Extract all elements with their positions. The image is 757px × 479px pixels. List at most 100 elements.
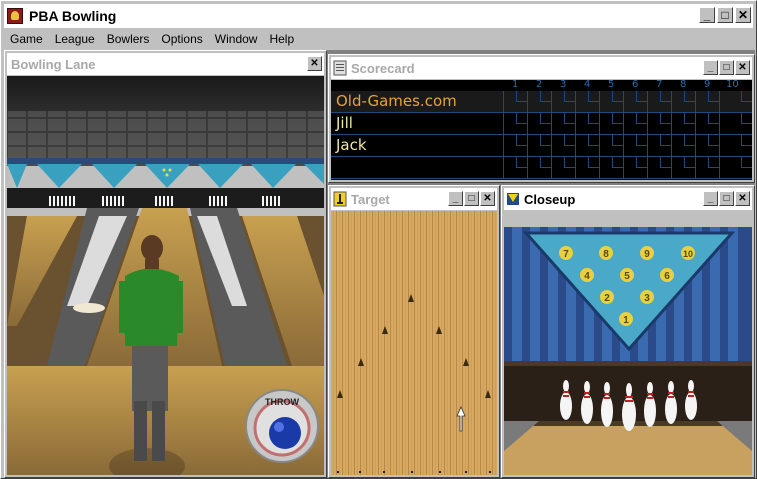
frame-box: [719, 135, 752, 156]
frame-box: [671, 157, 695, 178]
frame-box: [503, 157, 527, 178]
lane-close-button[interactable]: ✕: [307, 56, 322, 71]
frame-box: [719, 113, 752, 134]
maximize-button[interactable]: □: [717, 7, 733, 23]
scorecard-close-button[interactable]: ✕: [735, 60, 750, 75]
target-minimize-button[interactable]: _: [448, 191, 463, 206]
frame-box: [527, 113, 551, 134]
pin-deck-scene: 7 8 9 10 4 5 6 2 3 1: [504, 211, 752, 475]
scorecard-titlebar[interactable]: Scorecard _ □ ✕: [331, 57, 752, 79]
pins-icon: [506, 191, 520, 207]
menu-window[interactable]: Window: [209, 32, 264, 46]
throw-button[interactable]: THROW: [245, 389, 319, 463]
target-window: Target _ □ ✕: [328, 185, 500, 478]
frame-box: [647, 91, 671, 112]
closeup-close-button[interactable]: ✕: [735, 191, 750, 206]
menu-game[interactable]: Game: [4, 32, 49, 46]
svg-text:4: 4: [584, 271, 590, 282]
frame-box: [503, 135, 527, 156]
closeup-minimize-button[interactable]: _: [703, 191, 718, 206]
pin-indicator: 8: [599, 246, 613, 260]
menu-options[interactable]: Options: [155, 32, 208, 46]
svg-text:2: 2: [604, 293, 610, 304]
frame-number: 6: [632, 80, 639, 90]
frame-box: [551, 157, 575, 178]
player-name: Old-Games.com: [336, 92, 457, 110]
close-button[interactable]: ✕: [735, 7, 751, 23]
player-row-empty: [331, 157, 752, 179]
menu-bowlers[interactable]: Bowlers: [101, 32, 156, 46]
mdi-client: Bowling Lane ✕ THROW Scorecard _ □ ✕ 1 2…: [4, 50, 755, 478]
player-row[interactable]: Jack: [331, 135, 752, 157]
pin-indicator: 2: [600, 290, 614, 304]
frame-box: [551, 113, 575, 134]
frame-box: [623, 113, 647, 134]
frame-number: 3: [560, 80, 567, 90]
svg-text:8: 8: [603, 249, 609, 260]
frame-box: [599, 135, 623, 156]
menu-league[interactable]: League: [49, 32, 101, 46]
frame-box: [599, 157, 623, 178]
frame-box: [623, 157, 647, 178]
frame-box: [527, 157, 551, 178]
player-row[interactable]: Jill: [331, 113, 752, 135]
lane-view[interactable]: THROW: [7, 76, 324, 475]
player-row[interactable]: Old-Games.com: [331, 91, 752, 113]
frame-number-row: 1 2 3 4 5 6 7 8 9 10: [331, 80, 752, 91]
throw-label: THROW: [265, 397, 299, 407]
pin-indicator: 6: [660, 268, 674, 282]
closeup-titlebar[interactable]: Closeup _ □ ✕: [504, 188, 752, 210]
title-bar[interactable]: PBA Bowling _ □ ✕: [4, 4, 753, 28]
lane-triangles: [7, 164, 324, 188]
svg-text:1: 1: [623, 315, 629, 326]
pin-indicator: 4: [580, 268, 594, 282]
frame-box: [695, 113, 719, 134]
closeup-view: 7 8 9 10 4 5 6 2 3 1: [504, 211, 752, 475]
menu-bar: Game League Bowlers Options Window Help: [4, 29, 753, 49]
frame-box: [647, 157, 671, 178]
frame-box: [551, 135, 575, 156]
frame-box: [695, 135, 719, 156]
frame-box: [695, 91, 719, 112]
scorecard-title: Scorecard: [351, 60, 415, 76]
scorecard-maximize-button[interactable]: □: [719, 60, 734, 75]
menu-help[interactable]: Help: [263, 32, 300, 46]
frame-number: 4: [584, 80, 591, 90]
svg-text:9: 9: [644, 249, 650, 260]
pin-indicator: 10: [681, 246, 695, 260]
target-lane-view[interactable]: [331, 211, 497, 475]
scorecard-icon: [333, 60, 347, 76]
frame-box: [647, 135, 671, 156]
frame-box: [719, 157, 752, 178]
target-maximize-button[interactable]: □: [464, 191, 479, 206]
frame-box: [575, 157, 599, 178]
closeup-maximize-button[interactable]: □: [719, 191, 734, 206]
frame-box: [503, 113, 527, 134]
frame-number: 9: [704, 80, 711, 90]
frame-number: 7: [656, 80, 663, 90]
bowling-lane-titlebar[interactable]: Bowling Lane ✕: [7, 53, 324, 75]
target-title: Target: [351, 191, 390, 207]
bowling-lane-window: Bowling Lane ✕ THROW: [4, 50, 327, 478]
frame-box: [575, 91, 599, 112]
minimize-button[interactable]: _: [699, 7, 715, 23]
frame-box: [671, 91, 695, 112]
player-name: Jill: [336, 114, 353, 132]
scorecard-window: Scorecard _ □ ✕ 1 2 3 4 5 6 7 8 9 10 Old…: [328, 54, 755, 183]
svg-text:10: 10: [683, 249, 693, 259]
frame-box: [551, 91, 575, 112]
svg-text:5: 5: [624, 271, 630, 282]
target-lane: [331, 211, 497, 475]
frame-box: [599, 91, 623, 112]
lane-scene: THROW: [7, 76, 324, 475]
bowling-app-icon: [7, 8, 23, 24]
app-title: PBA Bowling: [29, 8, 117, 24]
target-icon: [333, 191, 347, 207]
frame-box: [671, 135, 695, 156]
target-titlebar[interactable]: Target _ □ ✕: [331, 188, 497, 210]
target-close-button[interactable]: ✕: [480, 191, 495, 206]
closeup-window: Closeup _ □ ✕ 7 8 9 10 4 5 6 2 3 1: [501, 185, 755, 478]
pin-indicator: 3: [640, 290, 654, 304]
frame-box: [719, 91, 752, 112]
scorecard-minimize-button[interactable]: _: [703, 60, 718, 75]
